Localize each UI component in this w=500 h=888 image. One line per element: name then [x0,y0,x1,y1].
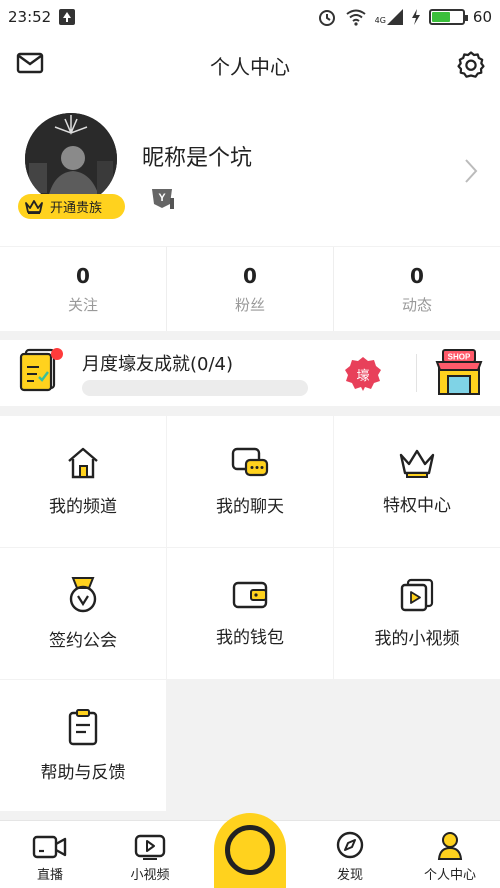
menu-item-wallet[interactable]: 我的钱包 [167,548,333,679]
stat-posts[interactable]: 0 动态 [334,247,500,331]
menu-item-my-videos[interactable]: 我的小视频 [334,548,500,679]
stat-value: 0 [76,263,90,288]
menu-item-label: 我的频道 [49,497,117,517]
level-badge-text: Y [158,192,166,204]
menu-item-label: 我的钱包 [216,628,284,648]
rich-badge-icon[interactable]: 壕 [344,356,382,396]
tab-label: 直播 [36,868,63,883]
stat-label: 动态 [401,295,432,314]
bottom-tabbar: 直播 小视频 发现 个人中心 [0,813,500,888]
person-icon [437,832,463,860]
menu-item-label: 帮助与反馈 [40,763,126,783]
top-nav: 个人中心 [0,34,500,96]
ring-icon [225,825,275,875]
stat-fans[interactable]: 0 粉丝 [167,247,334,331]
crown-icon [25,199,43,214]
profile-card[interactable]: 开通贵族 昵称是个坑 Y [0,96,500,246]
alarm-icon [318,10,335,26]
nickname: 昵称是个坑 [142,146,253,171]
play-icon [134,834,166,860]
menu-item-channel[interactable]: 我的频道 [0,416,166,547]
menu-item-label: 特权中心 [383,496,451,516]
clipboard-icon [68,709,98,746]
menu-item-help[interactable]: 帮助与反馈 [0,680,166,811]
tab-short-video[interactable]: 小视频 [100,821,200,888]
upload-icon [59,9,76,25]
menu-item-privilege[interactable]: 特权中心 [334,416,500,547]
charging-icon [411,9,420,25]
vip-label: 开通贵族 [50,201,103,216]
status-time: 23:52 [8,8,52,26]
wifi-icon [345,9,366,26]
stat-label: 关注 [67,295,98,314]
gear-icon[interactable] [456,50,486,84]
achievement-title: 月度壕友成就(0/4) [82,354,234,375]
achievement-progress-bar [82,380,308,396]
house-icon [68,447,98,479]
menu-item-label: 我的小视频 [374,629,460,649]
stat-following[interactable]: 0 关注 [0,247,167,331]
tab-discover[interactable]: 发现 [300,821,400,888]
avatar[interactable] [25,113,117,205]
crown-icon [399,449,435,478]
compass-icon [336,831,364,859]
notification-dot [51,348,63,360]
tab-live[interactable]: 直播 [0,821,100,888]
mail-icon[interactable] [16,52,44,78]
menu-item-guild[interactable]: 签约公会 [0,548,166,679]
menu-item-label: 签约公会 [49,631,117,651]
shop-text: SHOP [448,353,471,362]
stat-label: 粉丝 [234,295,265,314]
divider [416,354,417,392]
battery-level [431,12,450,22]
achievement-banner[interactable]: 月度壕友成就(0/4) 壕 SHOP [0,340,500,406]
center-action-button[interactable] [214,813,286,888]
tab-label: 小视频 [130,868,170,883]
video-file-icon [400,578,434,612]
stats-row: 0 关注 0 粉丝 0 动态 [0,247,500,331]
tab-profile[interactable]: 个人中心 [400,821,500,888]
chevron-right-icon[interactable] [464,158,478,188]
tab-label: 个人中心 [423,868,476,883]
page-title: 个人中心 [210,54,290,79]
network-type: 4G [374,16,386,25]
tab-label: 发现 [336,868,363,883]
battery-icon [428,9,468,25]
stat-value: 0 [410,263,424,288]
chat-icon [231,447,269,477]
stat-value: 0 [243,263,257,288]
rich-badge-text: 壕 [356,368,369,384]
camera-icon [32,835,67,859]
medal-icon [69,577,97,613]
vip-badge[interactable]: 开通贵族 [18,194,125,219]
signal-icon: 4G [375,9,403,25]
status-bar: 23:52 4G 60 [0,0,500,34]
menu-item-label: 我的聊天 [216,497,284,517]
wallet-icon [232,581,268,609]
menu-item-chat[interactable]: 我的聊天 [167,416,333,547]
level-badge: Y [150,186,176,214]
shop-icon[interactable]: SHOP [434,348,484,402]
battery-percent: 60 [472,8,492,26]
